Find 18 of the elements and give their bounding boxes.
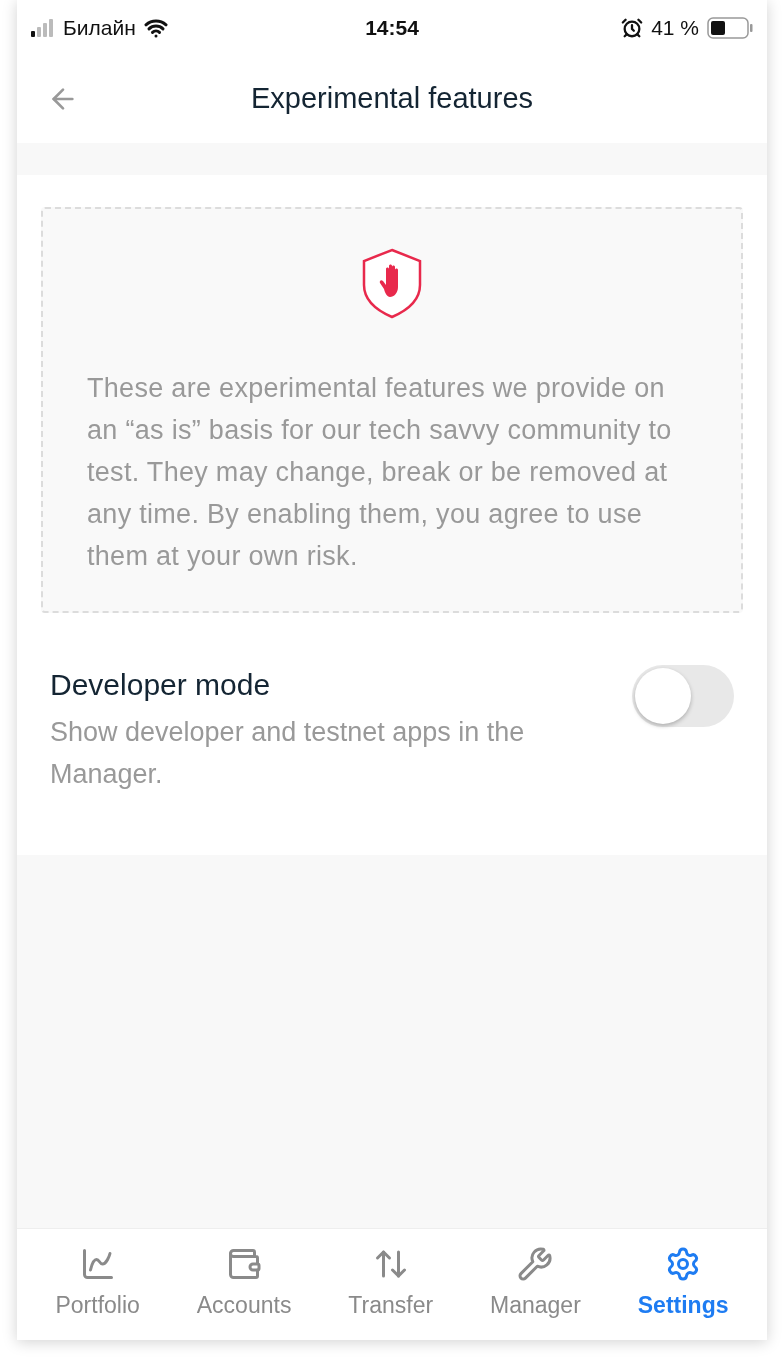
tab-item[interactable]: Accounts: [196, 1246, 292, 1323]
setting-description: Show developer and testnet apps in the Manager.: [50, 716, 526, 791]
status-time: 14:54: [365, 14, 419, 41]
page-title: Experimental features: [250, 81, 534, 117]
tab-item[interactable]: Transfer: [348, 1246, 434, 1323]
tools-icon: [517, 1246, 554, 1283]
carrier-name: Билайн: [63, 14, 136, 41]
signal-icon: [31, 18, 55, 37]
tab-item[interactable]: Manager: [490, 1246, 581, 1323]
setting-title: Developer mode: [50, 667, 272, 703]
tab-item[interactable]: Portfolio: [55, 1246, 140, 1323]
shield-hand-icon: [360, 247, 424, 319]
battery-percent: 41 %: [651, 14, 699, 41]
notice-text: These are experimental features we provide on an “as is” basis for our tech savvy community to test. They may change, break or be removed at any time. By enabling them, you agree to use them at your own risk.: [87, 372, 673, 573]
tab-item[interactable]: Settings: [637, 1246, 729, 1323]
alarm-icon: [621, 16, 644, 39]
toggle-switch[interactable]: [632, 665, 734, 727]
battery-icon: [707, 16, 753, 39]
